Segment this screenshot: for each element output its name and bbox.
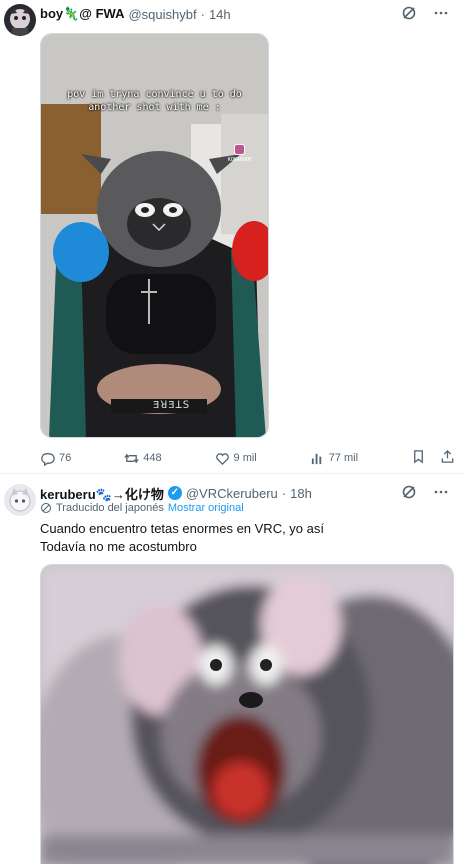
more-icon[interactable] [433,5,449,24]
verified-icon: ✓ [167,486,182,500]
separator-dot: · [200,6,205,22]
post-text: Cuando encuentro tetas enormes en VRC, y… [40,520,457,556]
bookmark-button[interactable] [411,449,426,467]
instagram-icon [234,144,246,155]
grok-icon[interactable] [401,484,417,503]
views-button[interactable]: 77 mil [310,451,358,466]
like-icon [215,452,229,465]
repost-icon [124,453,139,463]
post-text-line: Todavía no me acostumbro [40,539,197,554]
avatar[interactable] [4,484,36,516]
like-count: 9 mil [233,452,257,464]
avatar[interactable] [4,4,36,36]
timestamp[interactable]: 18h [290,486,312,501]
views-count: 77 mil [328,452,359,464]
reply-icon [41,452,55,466]
post[interactable]: boy🦎@ FWA @squishybf · 14h pov im tryna … [0,0,465,474]
author-name[interactable]: boy🦎@ FWA [40,6,124,22]
watermark: KOKABOOF [228,144,252,163]
repost-button[interactable]: 448 [124,451,162,466]
translated-label: Traducido del japonés [56,502,164,514]
post-text-line: Cuando encuentro tetas enormes en VRC, y… [40,521,324,536]
author-handle[interactable]: @VRCkeruberu [186,486,278,501]
waistband-text: ƎꓤƎꓕꓢ [153,400,191,411]
post-image[interactable] [40,564,454,864]
action-bar: 76 448 9 mil 77 mil [40,448,455,468]
share-icon [441,449,454,463]
views-icon [311,453,321,464]
translate-icon [40,502,52,514]
post-header: boy🦎@ FWA @squishybf · 14h [40,4,457,24]
timestamp[interactable]: 14h [209,7,231,22]
post-video[interactable]: pov im tryna convince u to do another sh… [40,33,269,438]
repost-count: 448 [143,452,162,464]
video-caption: pov im tryna convince u to do another sh… [67,89,242,113]
reply-count: 76 [59,452,72,464]
author-handle[interactable]: @squishybf [128,7,196,22]
post[interactable]: keruberu🐾→化け物 ✓ @VRCkeruberu · 18h Tradu… [0,474,465,864]
separator-dot: · [281,485,287,501]
post-header: keruberu🐾→化け物 ✓ @VRCkeruberu · 18h [40,483,457,503]
grok-icon[interactable] [401,5,417,24]
like-button[interactable]: 9 mil [215,451,257,466]
author-name[interactable]: keruberu🐾→化け物 [40,484,164,503]
show-original-link[interactable]: Mostrar original [168,502,244,514]
bookmark-icon [414,450,423,464]
share-button[interactable] [440,449,455,467]
reply-button[interactable]: 76 [40,451,71,466]
more-icon[interactable] [433,484,449,503]
translation-notice: Traducido del japonés Mostrar original [40,502,244,514]
